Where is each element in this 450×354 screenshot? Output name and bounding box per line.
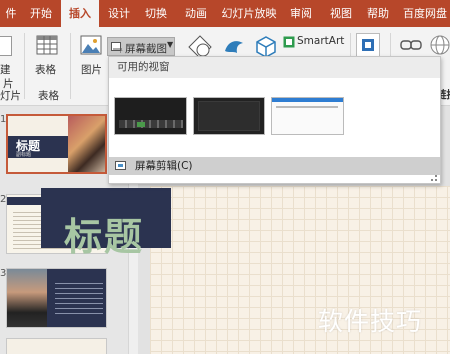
window-preview-content: [276, 106, 338, 108]
tab-insert[interactable]: 插入: [61, 0, 99, 27]
window-thumbnail-1[interactable]: [114, 97, 187, 135]
table-icon: [36, 35, 58, 55]
addins-button[interactable]: [356, 33, 380, 57]
available-windows-header: 可用的视窗: [109, 57, 440, 78]
screenshot-button[interactable]: + 屏幕截图 ▼: [107, 37, 175, 56]
picture-label: 图片: [81, 64, 102, 76]
new-slide-label-1: 建: [0, 64, 11, 76]
table-button[interactable]: 表格: [30, 31, 64, 83]
smartart-label: SmartArt: [297, 35, 345, 47]
ribbon-tab-strip: 件 开始 插入 设计 切换 动画 幻灯片放映 审阅 视图 帮助 百度网盘: [0, 0, 450, 27]
ribbon-separator: [70, 33, 71, 99]
table-label: 表格: [35, 64, 56, 76]
slide-thumbnail-1[interactable]: 标题 副标题: [6, 114, 107, 174]
tab-review[interactable]: 审阅: [286, 0, 316, 27]
screenshot-icon: +: [111, 42, 123, 53]
screen-clipping-item[interactable]: 屏幕剪辑(C): [109, 157, 440, 175]
addin-cube-icon: [362, 39, 374, 51]
new-slide-button[interactable]: 建 片: [0, 31, 20, 90]
link-icon[interactable]: [400, 37, 422, 53]
resize-grip-icon[interactable]: [431, 175, 437, 181]
tab-transitions[interactable]: 切换: [141, 0, 171, 27]
group-label-slides: 灯片: [0, 90, 21, 102]
thumb-photo: [68, 116, 105, 172]
tab-file[interactable]: 件: [0, 0, 22, 27]
tab-home[interactable]: 开始: [26, 0, 56, 27]
svg-text:+: +: [118, 48, 123, 53]
tab-view[interactable]: 视图: [326, 0, 356, 27]
chevron-down-icon: ▼: [167, 40, 174, 49]
tab-animations[interactable]: 动画: [181, 0, 211, 27]
tab-slideshow[interactable]: 幻灯片放映: [220, 0, 278, 27]
tab-baidu-netdisk[interactable]: 百度网盘: [400, 0, 450, 27]
tab-help[interactable]: 帮助: [363, 0, 393, 27]
window-thumbnail-2[interactable]: [193, 97, 265, 135]
window-thumbnail-3[interactable]: [271, 97, 344, 135]
new-slide-icon: [0, 36, 12, 56]
screenshot-dropdown: 可用的视窗 屏幕剪辑(C): [108, 56, 441, 184]
smartart-button[interactable]: SmartArt: [283, 35, 345, 49]
window-preview-panel: [198, 101, 260, 131]
globe-icon[interactable]: [429, 34, 450, 56]
tab-design[interactable]: 设计: [104, 0, 134, 27]
picture-icon: [80, 35, 102, 55]
slide-thumbnail-4[interactable]: [6, 338, 107, 354]
screenshot-label: 屏幕截图: [125, 43, 167, 55]
slide-thumbnail-3[interactable]: [6, 268, 107, 328]
screen-clipping-label: 屏幕剪辑(C): [135, 160, 193, 172]
smartart-icon: [283, 36, 295, 48]
thumb-portrait: [7, 269, 47, 327]
window-preview-thumb: [137, 122, 145, 127]
thumb-text-lines: [55, 279, 103, 315]
picture-button[interactable]: 图片: [77, 31, 107, 91]
watermark-text: 软件技巧: [318, 307, 423, 336]
thumb-subtitle: 副标题: [16, 152, 32, 158]
ribbon-separator: [24, 33, 25, 99]
slide-title-text[interactable]: 标题: [64, 206, 144, 261]
screen-clipping-icon: [115, 161, 126, 170]
window-preview-strip: [119, 120, 183, 128]
window-preview-toolbar: [272, 98, 343, 102]
group-label-table: 表格: [38, 90, 59, 102]
